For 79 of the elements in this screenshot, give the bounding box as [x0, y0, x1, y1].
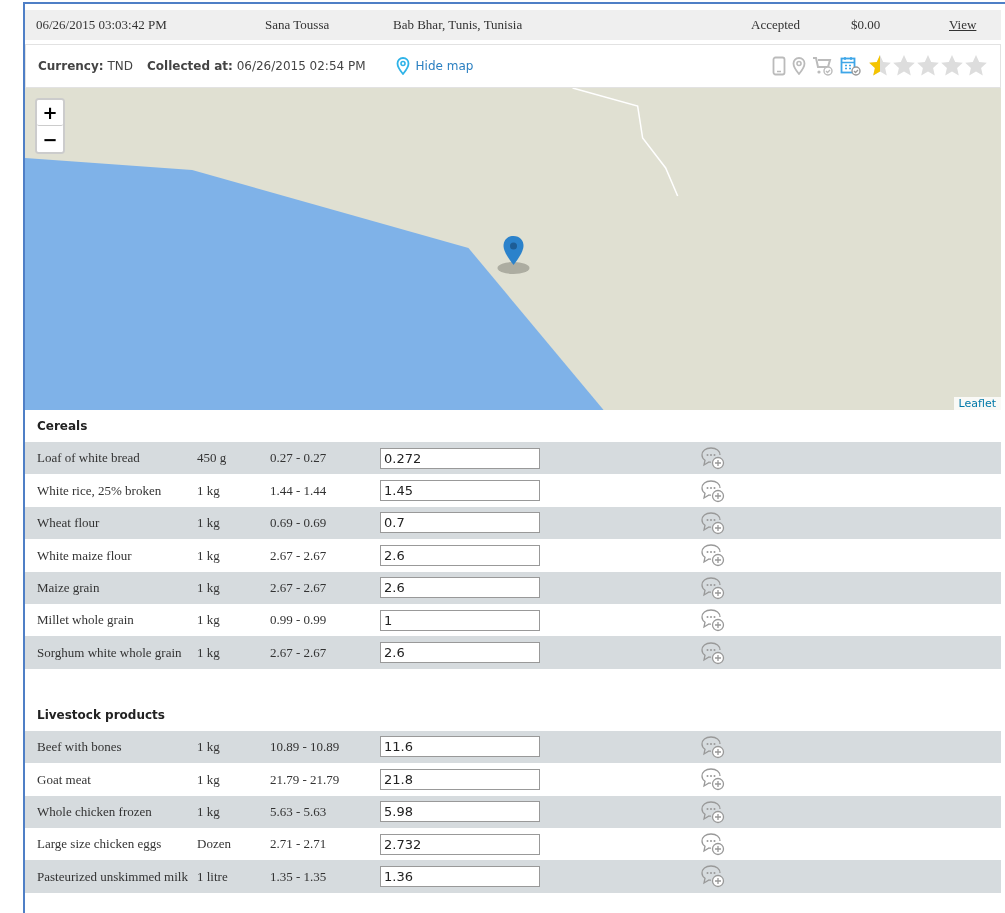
price-field[interactable]: 5.98 — [380, 801, 540, 823]
price-field[interactable]: 0.272 — [380, 447, 540, 469]
comment-add-icon[interactable] — [700, 575, 726, 600]
price-range: 2.71 - 2.71 — [270, 837, 328, 851]
star-icon — [892, 54, 916, 78]
item-name: Maize grain — [37, 580, 101, 595]
comment-add-icon[interactable] — [700, 543, 726, 568]
item-name: Sorghum white whole grain — [37, 645, 183, 660]
unit-text: 1 kg — [197, 548, 221, 563]
map-pin-icon — [395, 57, 410, 75]
attribution-link[interactable]: Leaflet — [953, 397, 1001, 410]
comment-add-icon[interactable] — [700, 864, 726, 889]
section-title: Cereals — [36, 418, 89, 435]
amount-text: $0.00 — [851, 17, 882, 33]
price-range: 2.67 - 2.67 — [270, 580, 328, 595]
price-field[interactable]: 21.8 — [380, 768, 540, 790]
unit-text: 1 kg — [197, 772, 221, 787]
item-name: Pasteurized unskimmed milk — [37, 869, 189, 884]
price-field[interactable]: 2.6 — [380, 642, 540, 664]
price-field[interactable]: 0.7 — [380, 512, 540, 534]
star-icon — [940, 54, 964, 78]
unit-text: 1 kg — [197, 613, 221, 627]
unit-text: 1 kg — [197, 483, 221, 498]
comment-add-icon[interactable] — [700, 446, 726, 471]
price-field[interactable]: 1.45 — [380, 480, 540, 502]
date-text: 06/26/2015 03:03:42 PM — [36, 17, 168, 33]
unit-text: 1 kg — [197, 580, 221, 595]
price-field[interactable]: 1.36 — [380, 866, 540, 887]
unit-text: 1 kg — [197, 740, 221, 754]
price-range: 10.89 - 10.89 — [270, 740, 341, 754]
item-name: White maize flour — [37, 548, 133, 563]
price-range: 21.79 - 21.79 — [270, 772, 341, 787]
price-range: 1.35 - 1.35 — [270, 869, 328, 884]
item-name: White rice, 25% broken — [37, 483, 163, 498]
item-name: Loaf of white bread — [37, 451, 141, 465]
unit-text: 1 kg — [197, 804, 221, 819]
section-title: Livestock products — [36, 706, 166, 724]
price-field[interactable]: 1 — [380, 609, 540, 631]
unit-text: 1 litre — [197, 869, 229, 884]
item-name: Whole chicken frozen — [37, 804, 153, 819]
collected-at-text: Collected at: 06/26/2015 02:54 PM — [147, 59, 366, 73]
item-name: Large size chicken eggs — [37, 837, 163, 851]
price-field[interactable]: 11.6 — [380, 736, 540, 758]
comment-add-icon[interactable] — [700, 832, 726, 857]
comment-add-icon[interactable] — [700, 640, 726, 665]
price-range: 1.44 - 1.44 — [270, 483, 328, 498]
comment-add-icon[interactable] — [700, 734, 726, 759]
comment-add-icon[interactable] — [700, 478, 726, 503]
collector-name: Sana Toussa — [265, 17, 331, 33]
price-range: 2.67 - 2.67 — [270, 548, 328, 563]
comment-add-icon[interactable] — [700, 767, 726, 792]
price-range: 0.99 - 0.99 — [270, 613, 328, 627]
star-icon — [868, 54, 892, 78]
price-range: 2.67 - 2.67 — [270, 645, 328, 660]
comment-add-icon[interactable] — [700, 799, 726, 824]
unit-text: 1 kg — [197, 516, 221, 530]
unit-text: Dozen — [197, 837, 232, 851]
unit-text: 450 g — [197, 451, 228, 465]
star-icon — [964, 54, 988, 78]
price-field[interactable]: 2.6 — [380, 577, 540, 599]
item-name: Millet whole grain — [37, 613, 135, 627]
price-field[interactable]: 2.6 — [380, 544, 540, 566]
unit-text: 1 kg — [197, 645, 221, 660]
hide-map-link[interactable]: Hide map — [395, 57, 474, 75]
price-field[interactable]: 2.732 — [380, 833, 540, 855]
item-name: Beef with bones — [37, 740, 123, 754]
price-range: 0.27 - 0.27 — [270, 451, 328, 465]
price-range: 0.69 - 0.69 — [270, 516, 328, 530]
location-text: Bab Bhar, Tunis, Tunisia — [393, 17, 524, 33]
zoom-in-button[interactable]: + — [37, 100, 63, 126]
item-name: Goat meat — [37, 772, 92, 787]
comment-add-icon[interactable] — [700, 510, 726, 535]
status-text: Accepted — [751, 17, 802, 33]
item-name: Wheat flour — [37, 516, 101, 530]
comment-add-icon[interactable] — [700, 608, 726, 633]
view-link[interactable]: View — [949, 17, 1001, 33]
price-range: 5.63 - 5.63 — [270, 804, 328, 819]
currency-text: Currency: TND — [38, 59, 133, 73]
star-icon — [916, 54, 940, 78]
